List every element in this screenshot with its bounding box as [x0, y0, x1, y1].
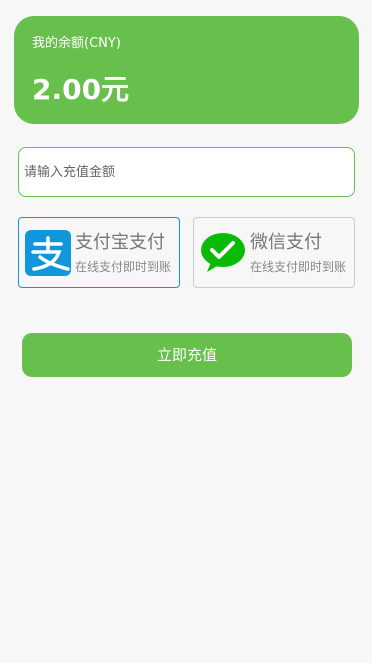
- pay-option-title: 支付宝支付: [75, 232, 165, 253]
- pay-option-subtitle: 在线支付即时到账: [250, 260, 347, 274]
- pay-option-alipay[interactable]: 支付宝支付 在线支付即时到账: [18, 217, 180, 288]
- recharge-amount-input[interactable]: [19, 148, 354, 196]
- balance-amount: 2.00元: [32, 73, 130, 106]
- recharge-button[interactable]: 立即充值: [22, 333, 352, 377]
- balance-label: 我的余额(CNY): [32, 36, 121, 51]
- wechat-icon: [201, 233, 245, 272]
- recharge-amount-field: [18, 147, 355, 197]
- pay-option-wechat[interactable]: 微信支付 在线支付即时到账: [193, 217, 355, 288]
- pay-option-title: 微信支付: [250, 232, 322, 253]
- balance-card: 我的余额(CNY) 2.00元: [14, 16, 359, 124]
- pay-option-subtitle: 在线支付即时到账: [75, 260, 172, 274]
- alipay-icon: [25, 230, 71, 276]
